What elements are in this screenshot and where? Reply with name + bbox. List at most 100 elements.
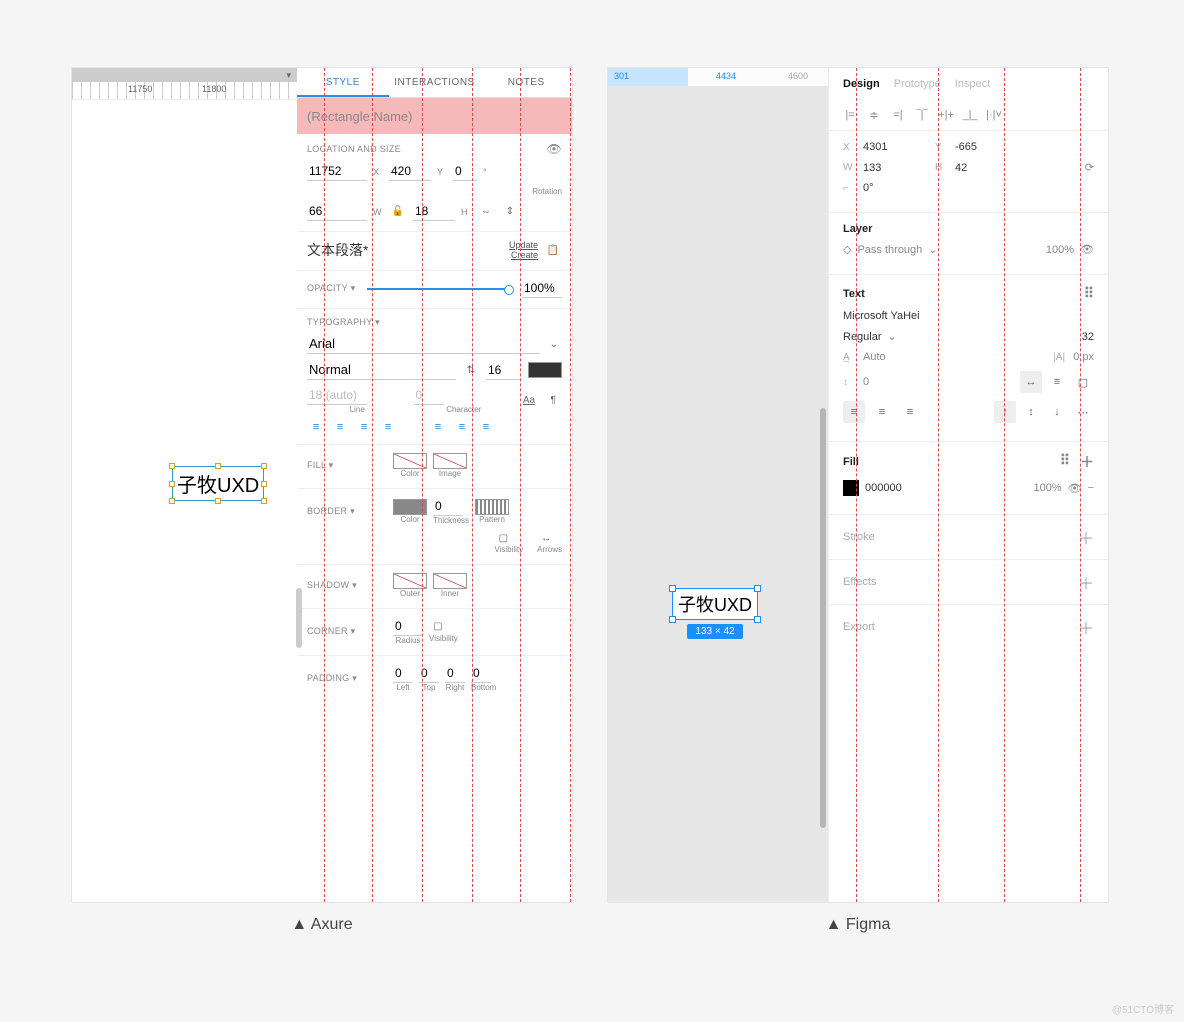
align-vcenter-icon[interactable]: +|+ — [937, 106, 955, 124]
blend-mode[interactable]: Pass through — [857, 244, 922, 256]
widget-name-input[interactable]: (Rectangle Name) — [297, 98, 572, 134]
more-type-icon[interactable]: ¶ — [544, 393, 562, 407]
stepper-icon[interactable]: ⇅ — [462, 363, 480, 377]
add-fill-icon[interactable]: ＋ — [1080, 452, 1094, 472]
chevron-down-icon[interactable]: ⌄ — [888, 330, 897, 343]
auto-width-icon[interactable]: ↔ — [1020, 371, 1042, 393]
style-icon[interactable]: ⠿ — [1060, 452, 1070, 472]
fill-swatch[interactable] — [843, 480, 859, 496]
padding-bottom-input[interactable] — [471, 664, 491, 683]
remove-icon[interactable]: − — [1088, 482, 1094, 494]
shadow-outer-swatch[interactable] — [393, 573, 427, 589]
tab-notes[interactable]: NOTES — [480, 68, 572, 97]
align-left-icon[interactable]: |= — [841, 106, 859, 124]
style-name[interactable]: 文本段落* — [307, 240, 368, 260]
tab-prototype[interactable]: Prototype — [894, 78, 941, 90]
scrollbar[interactable] — [820, 408, 826, 828]
fill-image-swatch[interactable] — [433, 453, 467, 469]
rotation-value[interactable]: 0° — [863, 182, 909, 194]
border-pattern-swatch[interactable] — [475, 499, 509, 515]
chevron-down-icon[interactable]: ⌄ — [928, 243, 937, 256]
arrows-icon[interactable]: ↔ — [537, 531, 555, 545]
blend-icon[interactable]: ◇ — [843, 243, 851, 256]
text-options-icon[interactable]: Aa — [520, 393, 538, 407]
y-value[interactable]: -665 — [955, 141, 1001, 153]
text-align-right-icon[interactable]: ≡ — [899, 401, 921, 423]
canvas-selection[interactable]: 子牧UXD — [172, 466, 264, 501]
fill-color-swatch[interactable] — [393, 453, 427, 469]
tab-style[interactable]: STYLE — [297, 68, 389, 97]
fixed-size-icon[interactable]: ▢ — [1072, 371, 1094, 393]
eye-icon[interactable]: 👁 — [546, 142, 562, 156]
flip-v-icon[interactable]: ⇕ — [501, 205, 519, 219]
font-size[interactable]: 32 — [1082, 331, 1094, 343]
align-left-icon[interactable]: ≡ — [307, 420, 325, 434]
add-export-icon[interactable]: ＋ — [1078, 615, 1094, 639]
font-color-swatch[interactable] — [528, 362, 562, 378]
tab-inspect[interactable]: Inspect — [955, 78, 990, 90]
distribute-icon[interactable]: |·|˅ — [985, 106, 1003, 124]
border-visibility-icon[interactable]: ▢ — [494, 531, 512, 545]
x-value[interactable]: 4301 — [863, 141, 909, 153]
opacity-slider[interactable] — [367, 288, 510, 290]
width-input[interactable] — [307, 202, 367, 221]
h-value[interactable]: 42 — [955, 162, 1001, 174]
align-right-icon[interactable]: =| — [889, 106, 907, 124]
add-stroke-icon[interactable]: ＋ — [1078, 525, 1094, 549]
corner-visibility-icon[interactable]: ▢ — [429, 620, 447, 634]
align-hcenter-icon[interactable]: ≑ — [865, 106, 883, 124]
align-center-icon[interactable]: ≡ — [331, 420, 349, 434]
shadow-inner-swatch[interactable] — [433, 573, 467, 589]
font-input[interactable] — [307, 334, 540, 354]
valign-top-icon[interactable]: ↑ — [994, 401, 1016, 423]
padding-left-input[interactable] — [393, 664, 413, 683]
border-thickness-input[interactable] — [433, 497, 463, 516]
auto-height-icon[interactable]: ≡ — [1046, 371, 1068, 393]
lock-icon[interactable]: 🔓 — [389, 205, 407, 219]
w-value[interactable]: 133 — [863, 162, 909, 174]
create-link[interactable]: Create — [509, 250, 538, 260]
x-input[interactable] — [307, 162, 367, 181]
line-height[interactable]: Auto — [863, 351, 886, 363]
font-family[interactable]: Microsoft YaHei — [843, 310, 920, 322]
corner-radius-input[interactable] — [393, 617, 423, 636]
add-effect-icon[interactable]: ＋ — [1078, 570, 1094, 594]
char-spacing-input[interactable] — [414, 386, 444, 405]
flip-h-icon[interactable]: ⇔ — [477, 205, 495, 219]
fill-hex[interactable]: 000000 — [865, 482, 902, 494]
update-link[interactable]: Update — [509, 240, 538, 250]
chevron-down-icon[interactable]: ▾ — [286, 70, 291, 81]
letter-spacing[interactable]: 0 px — [1073, 351, 1094, 363]
rotation-input[interactable] — [453, 162, 477, 181]
align-bottom-icon[interactable]: _|_ — [961, 106, 979, 124]
padding-right-input[interactable] — [445, 664, 465, 683]
style-manager-icon[interactable]: 📋 — [544, 243, 562, 257]
eye-icon[interactable]: 👁 — [1080, 243, 1094, 256]
fill-opacity[interactable]: 100% — [1033, 482, 1061, 494]
border-color-swatch[interactable] — [393, 499, 427, 515]
tab-interactions[interactable]: INTERACTIONS — [389, 68, 481, 97]
padding-top-input[interactable] — [419, 664, 439, 683]
valign-middle-icon[interactable]: ↕ — [1020, 401, 1042, 423]
valign-bottom-icon[interactable]: ≡ — [477, 420, 495, 434]
constrain-icon[interactable]: ⟳ — [1085, 161, 1094, 174]
figma-canvas[interactable]: 301 4434 4600 子牧UXD 133 × 42 — [608, 68, 828, 902]
canvas-selection[interactable]: 子牧UXD 133 × 42 — [672, 588, 758, 639]
scrollbar[interactable] — [296, 588, 302, 648]
tab-design[interactable]: Design — [843, 78, 880, 90]
opacity-input[interactable] — [522, 279, 562, 298]
line-spacing-input[interactable] — [307, 386, 367, 405]
paragraph-spacing[interactable]: 0 — [863, 376, 869, 388]
valign-middle-icon[interactable]: ≡ — [453, 420, 471, 434]
valign-bottom-icon[interactable]: ↓ — [1046, 401, 1068, 423]
more-icon[interactable]: ⋯ — [1072, 401, 1094, 423]
align-right-icon[interactable]: ≡ — [355, 420, 373, 434]
y-input[interactable] — [389, 162, 431, 181]
layer-opacity[interactable]: 100% — [1046, 244, 1074, 256]
valign-top-icon[interactable]: ≡ — [429, 420, 447, 434]
text-align-center-icon[interactable]: ≡ — [871, 401, 893, 423]
align-top-icon[interactable]: ‾|‾ — [913, 106, 931, 124]
font-size-input[interactable] — [486, 361, 522, 380]
eye-icon[interactable]: 👁 — [1068, 482, 1082, 495]
font-weight-input[interactable] — [307, 360, 456, 380]
